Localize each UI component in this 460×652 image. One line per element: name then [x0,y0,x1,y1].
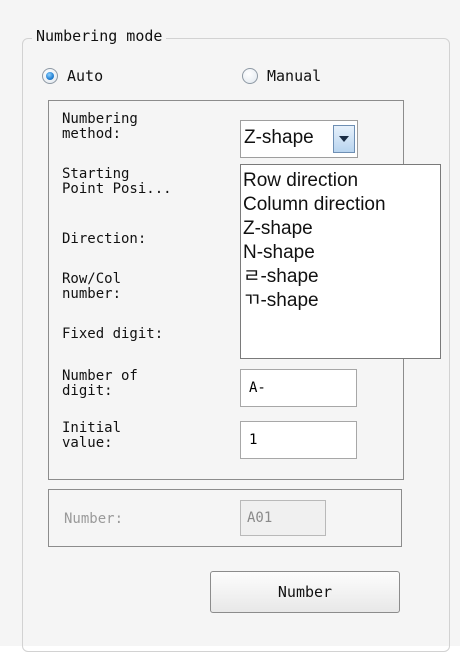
initial-value-input[interactable]: 1 [240,421,357,459]
dropdown-option-column-direction[interactable]: Column direction [241,193,440,217]
numbering-method-combo[interactable]: Z-shape [240,120,358,158]
auto-radio-button[interactable] [42,68,58,84]
combo-dropdown-button[interactable] [333,125,355,153]
numbering-method-dropdown: Row direction Column direction Z-shape N… [240,164,441,359]
dropdown-option-row-direction[interactable]: Row direction [241,169,440,193]
chevron-down-icon [339,136,349,142]
row-col-label: Row/Col number: [62,271,122,302]
number-output-field: A01 [240,500,326,536]
numbering-method-value: Z-shape [244,127,314,148]
dropdown-option-reverse-s-shape[interactable]: ㄹ-shape [241,265,440,289]
number-button[interactable]: Number [210,571,400,613]
number-label: Number: [64,511,124,527]
number-of-digit-input[interactable]: A- [240,369,357,407]
numbering-method-label: Numbering method: [62,111,138,142]
numbering-panel: Numbering mode Auto Manual Numbering met… [0,0,460,652]
number-of-digit-label: Number of digit: [62,368,138,399]
fixed-digit-label: Fixed digit: [62,326,164,342]
auto-radio-label: Auto [67,67,104,85]
manual-radio[interactable]: Manual [242,67,321,85]
manual-radio-label: Manual [267,67,322,85]
dropdown-option-z-shape[interactable]: Z-shape [241,217,440,241]
auto-radio[interactable]: Auto [42,67,103,85]
dropdown-option-n-shape[interactable]: N-shape [241,241,440,265]
direction-label: Direction: [62,231,147,247]
group-title: Numbering mode [32,27,167,45]
manual-radio-button[interactable] [242,68,258,84]
dropdown-option-u-shape[interactable]: ㄲ-shape [241,289,440,313]
starting-point-label: Starting Point Posi... [62,166,172,197]
initial-value-label: Initial value: [62,420,122,451]
